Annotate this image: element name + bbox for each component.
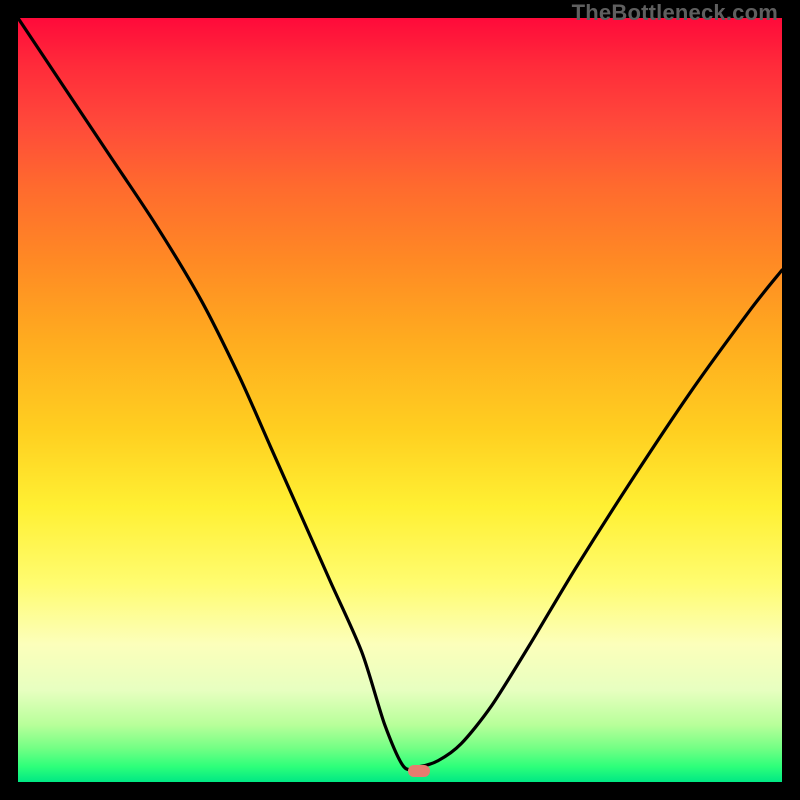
chart-curve — [18, 18, 782, 782]
watermark-text: TheBottleneck.com — [572, 0, 778, 26]
chart-frame: TheBottleneck.com — [0, 0, 800, 800]
chart-marker — [408, 765, 430, 777]
